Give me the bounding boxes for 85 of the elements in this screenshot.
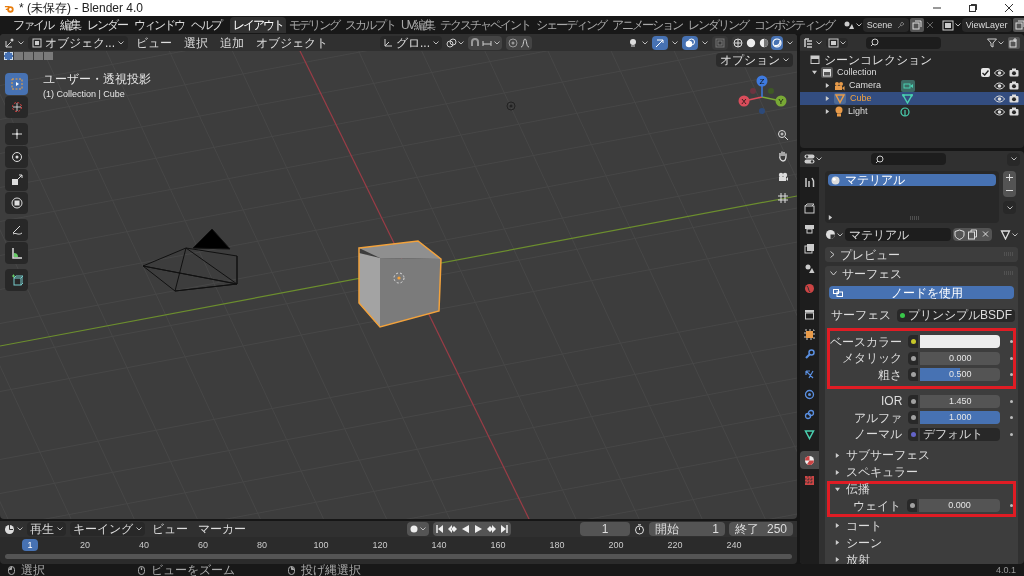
- collection-label[interactable]: シーンコレクション: [824, 53, 932, 66]
- status-hint: ビューをズーム: [151, 564, 235, 576]
- version-label: 4.0.1: [995, 565, 1016, 575]
- workspace-tab[interactable]: モデリング: [286, 17, 342, 33]
- status-hint: 選択: [21, 564, 45, 576]
- material-slot[interactable]: マテリアル: [828, 174, 996, 186]
- object-name[interactable]: Collection: [837, 68, 885, 77]
- frame-number: 180: [549, 541, 565, 550]
- axis-label: Z: [759, 77, 765, 86]
- current-frame-field[interactable]: 1: [580, 522, 630, 536]
- navigation-gizmo[interactable]: X Y Z: [733, 73, 793, 119]
- property-label: サーフェス: [830, 309, 892, 322]
- dropdown-menu[interactable]: 再生: [27, 522, 66, 536]
- number-field[interactable]: 1.450: [920, 394, 1001, 408]
- menu-item[interactable]: ファイル: [11, 19, 55, 31]
- property-label: IOR: [879, 395, 904, 408]
- menu-item[interactable]: ヘルプ: [189, 19, 223, 31]
- object-name[interactable]: Light: [848, 107, 896, 116]
- workspace-tab[interactable]: コンポジティング: [750, 17, 837, 33]
- axis-label: Y: [778, 97, 784, 106]
- menu-item[interactable]: マーカー: [195, 523, 249, 535]
- shader-field[interactable]: プリンシプルBSDF: [897, 308, 1015, 322]
- frame-number: 40: [139, 541, 149, 550]
- window-title: * (未保存) - Blender 4.0: [19, 2, 144, 14]
- slider-field[interactable]: 0.000: [920, 351, 1001, 365]
- frame-number: 80: [257, 541, 267, 550]
- menu-item[interactable]: 選択: [180, 36, 212, 49]
- menu-item[interactable]: オブジェクト: [252, 36, 332, 49]
- frame-number: 200: [608, 541, 624, 550]
- menu-item[interactable]: ウィンドウ: [132, 19, 186, 31]
- object-name[interactable]: Camera: [849, 81, 897, 90]
- current-frame-marker[interactable]: 1: [22, 539, 38, 551]
- workspace-tab[interactable]: スカルプト: [342, 17, 398, 33]
- status-hint: 投げ縄選択: [301, 564, 361, 576]
- object-name[interactable]: Cube: [850, 94, 898, 103]
- menu-item[interactable]: ビュー: [149, 523, 191, 535]
- axis-label: X: [741, 97, 747, 106]
- property-label: アルファ: [853, 411, 904, 424]
- subpanel-header[interactable]: スペキュラー: [830, 466, 1013, 478]
- end-frame-field[interactable]: 終了 250: [729, 522, 793, 536]
- frame-number: 20: [80, 541, 90, 550]
- workspace-tab[interactable]: テクスチャペイント: [436, 17, 533, 33]
- view-name: ユーザー・透視投影: [43, 73, 151, 85]
- context-label: (1) Collection | Cube: [43, 90, 126, 99]
- use-nodes-button[interactable]: ノードを使用: [829, 286, 1014, 299]
- workspace-tab[interactable]: アニメーション: [608, 17, 685, 33]
- outliner-row[interactable]: Cube: [800, 92, 1024, 105]
- options-dropdown[interactable]: オプション: [716, 53, 793, 67]
- frame-number: 60: [198, 541, 208, 550]
- frame-number: 240: [726, 541, 742, 550]
- orientation-dropdown[interactable]: グロ...: [380, 35, 443, 50]
- subpanel-header[interactable]: シーン: [830, 537, 1013, 548]
- slider-field[interactable]: 0.000: [919, 499, 1001, 513]
- material-name-field[interactable]: マテリアル: [845, 228, 951, 241]
- workspace-tab[interactable]: レンダリング: [684, 17, 751, 33]
- subpanel-header[interactable]: 伝播: [830, 483, 1013, 495]
- menu-item[interactable]: レンダー: [85, 19, 129, 31]
- dropdown-menu[interactable]: キーイング: [70, 522, 145, 536]
- frame-number: 160: [490, 541, 506, 550]
- linked-input-field[interactable]: デフォルト: [920, 427, 1001, 441]
- menu-item[interactable]: 追加: [216, 36, 248, 49]
- workspace-tab[interactable]: UV編集: [398, 17, 437, 33]
- mode-dropdown[interactable]: オブジェク...: [28, 35, 128, 50]
- subpanel-header[interactable]: コート: [830, 520, 1013, 531]
- workspace-tab[interactable]: レイアウト: [230, 17, 286, 33]
- property-label: メタリック: [841, 352, 904, 365]
- material-slot-list[interactable]: マテリアル: [825, 171, 999, 223]
- start-frame-field[interactable]: 開始 1: [649, 522, 725, 536]
- frame-number: 220: [667, 541, 683, 550]
- frame-number: 140: [431, 541, 447, 550]
- frame-number: 120: [372, 541, 388, 550]
- outliner-row[interactable]: Camera: [800, 79, 1024, 92]
- outliner-row[interactable]: Collection: [800, 66, 1024, 79]
- workspace-tab[interactable]: シェーディング: [532, 17, 609, 33]
- property-label: ベースカラー: [830, 335, 904, 348]
- property-label: ノーマル: [853, 428, 904, 441]
- frame-number: 100: [313, 541, 329, 550]
- slider-field[interactable]: 1.000: [920, 411, 1001, 425]
- subpanel-header[interactable]: サブサーフェス: [830, 449, 1013, 461]
- slider-field[interactable]: 0.500: [920, 368, 1001, 382]
- menu-item[interactable]: ビュー: [132, 36, 176, 49]
- property-label: ウェイト: [852, 499, 903, 512]
- menu-item[interactable]: 編集: [58, 19, 82, 31]
- property-label: 粗さ: [877, 368, 904, 381]
- outliner-row[interactable]: Light: [800, 105, 1024, 118]
